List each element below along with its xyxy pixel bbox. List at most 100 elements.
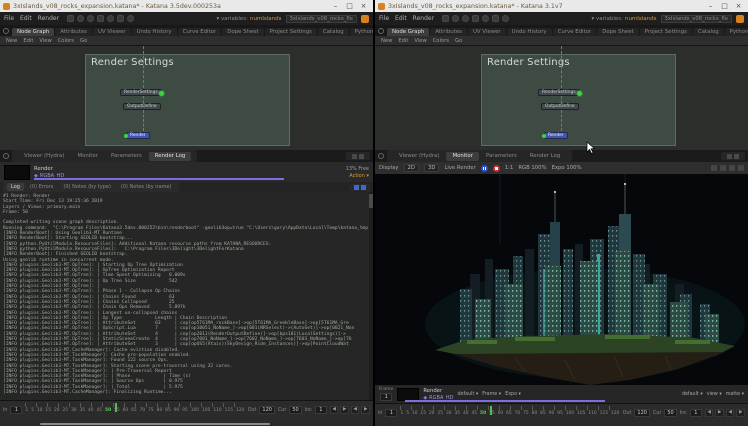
maximize-button[interactable]: □	[343, 1, 356, 12]
frame-ruler[interactable]: 1510152025303540455055606570758085909510…	[400, 406, 619, 420]
frame-tick-label[interactable]: 80	[157, 408, 163, 413]
title-bar[interactable]: 3xIslands_v08_rocks_expansion.katana* - …	[375, 0, 748, 12]
session-field[interactable]: 3xIslands_v08_rocks_fle	[661, 15, 732, 23]
nodegraph-menu-item[interactable]: View	[414, 38, 426, 44]
main-tab[interactable]: Dope Sheet	[222, 28, 264, 36]
frame-tick-label[interactable]: 55	[114, 408, 120, 413]
edit-flag-icon[interactable]	[542, 134, 546, 138]
in-field[interactable]: 1	[10, 406, 22, 414]
graph-state-variables[interactable]: ▾ variables: numIslands	[592, 16, 657, 22]
action-dropdown[interactable]: Action ▾	[349, 173, 369, 179]
transport-button[interactable]: ▶	[715, 409, 724, 417]
inc-field[interactable]: 1	[315, 406, 327, 414]
inc-field[interactable]: 1	[690, 409, 702, 417]
close-button[interactable]: ×	[357, 1, 370, 12]
out-field[interactable]: 120	[259, 406, 275, 414]
frame-tick-label[interactable]: 1	[25, 408, 28, 413]
frame-tick-label[interactable]: 100	[566, 411, 574, 416]
zoom-level[interactable]: 1:1	[505, 165, 514, 171]
minimize-button[interactable]: –	[704, 1, 717, 12]
session-field[interactable]: 3xIslands_v08_rocks_fle	[286, 15, 357, 23]
nodegraph-canvas[interactable]: Render Settings RenderSettings OutputDef…	[375, 45, 748, 150]
main-tab[interactable]: Python	[350, 28, 373, 36]
frame-tick-label[interactable]: 75	[523, 411, 529, 416]
exposure-dropdown[interactable]: Expo ▾	[505, 392, 521, 397]
panel-tab[interactable]: Viewer (Hydra)	[18, 152, 70, 161]
frame-tick-label[interactable]: 115	[225, 408, 233, 413]
pause-render-button[interactable]	[481, 165, 488, 172]
compare-icon[interactable]	[720, 165, 726, 171]
pane-gear-icon[interactable]	[378, 153, 384, 159]
variables-value[interactable]: numIslands	[625, 16, 657, 22]
node-rendersettings[interactable]: RenderSettings	[538, 89, 580, 96]
transport-button[interactable]: ◀	[726, 409, 735, 417]
view-flag-icon[interactable]	[577, 91, 582, 96]
frame-tick-label[interactable]: 85	[540, 411, 546, 416]
frame-tick-label[interactable]: 85	[165, 408, 171, 413]
frame-tick-label[interactable]: 50	[105, 408, 111, 413]
frame-tick-label[interactable]: 20	[429, 411, 435, 416]
frame-tick-label[interactable]: 1	[400, 411, 403, 416]
snapshot-icon[interactable]	[711, 165, 717, 171]
transport-button[interactable]: ▶	[340, 406, 349, 414]
main-tab[interactable]: Catalog	[693, 28, 724, 36]
cur-field[interactable]: 50	[289, 406, 301, 414]
variables-value[interactable]: numIslands	[250, 16, 282, 22]
frame-tick-label[interactable]: 40	[463, 411, 469, 416]
view-flag-icon[interactable]	[159, 91, 164, 96]
node-rendersettings[interactable]: RenderSettings	[120, 89, 162, 96]
main-tab[interactable]: Node Graph	[387, 28, 429, 36]
frame-tick-label[interactable]: 95	[557, 411, 563, 416]
maximize-button[interactable]: □	[718, 1, 731, 12]
frame-tick-label[interactable]: 30	[71, 408, 77, 413]
backdrop-node[interactable]: Render Settings	[481, 54, 676, 146]
frame-tick-label[interactable]: 10	[412, 411, 418, 416]
nodegraph-menu-item[interactable]: View	[39, 38, 51, 44]
frame-tick-label[interactable]: 60	[123, 408, 129, 413]
in-field[interactable]: 1	[385, 409, 397, 417]
transport-button[interactable]: ◀	[705, 409, 714, 417]
live-render-toggle[interactable]: Live Render	[444, 165, 475, 171]
main-tab[interactable]: Python	[725, 28, 748, 36]
back-icon[interactable]	[442, 15, 449, 22]
frame-tick-label[interactable]: 105	[577, 411, 585, 416]
nodegraph-menu-item[interactable]: Colors	[433, 38, 449, 44]
nodegraph-canvas[interactable]: Render Settings RenderSettings OutputDef…	[0, 45, 373, 150]
frame-tick-label[interactable]: 100	[191, 408, 199, 413]
main-tab[interactable]: Project Settings	[640, 28, 692, 36]
log-tab[interactable]: (0) Notes (by type)	[59, 183, 115, 191]
frame-tick-label[interactable]: 30	[446, 411, 452, 416]
pane-menu-icon[interactable]	[734, 154, 739, 159]
frame-tick-label[interactable]: 65	[131, 408, 137, 413]
edit-flag-icon[interactable]	[124, 134, 128, 138]
panel-tab[interactable]: Monitor	[71, 152, 104, 161]
log-tab[interactable]: Log	[7, 183, 24, 191]
frame-tick-label[interactable]: 35	[454, 411, 460, 416]
frame-tick-label[interactable]: 5	[406, 411, 409, 416]
frame-tick-label[interactable]: 60	[498, 411, 504, 416]
gear-icon[interactable]	[452, 15, 459, 22]
nodegraph-menu-item[interactable]: New	[381, 38, 392, 44]
nodegraph-menu-item[interactable]: Edit	[398, 38, 408, 44]
stop-render-button[interactable]	[493, 165, 500, 172]
frame-tick-label[interactable]: 120	[611, 411, 619, 416]
pane-menu-icon[interactable]	[359, 154, 364, 159]
frame-tick-label[interactable]: 120	[236, 408, 244, 413]
matte-dropdown[interactable]: matte ▾	[726, 392, 744, 397]
frame-dropdown[interactable]: Frame ▾	[482, 392, 501, 397]
render-catalog-entry[interactable]: Render ◆RGBA_HD 13% Free Action ▾	[0, 162, 373, 182]
back-icon[interactable]	[67, 15, 74, 22]
flag-icon[interactable]	[492, 15, 499, 22]
main-tab[interactable]: Dope Sheet	[597, 28, 639, 36]
frame-tick-label[interactable]: 55	[489, 411, 495, 416]
main-tab[interactable]: UV Viewer	[93, 28, 131, 36]
frame-tick-label[interactable]: 25	[437, 411, 443, 416]
title-bar[interactable]: 3xIslands_v08_rocks_expansion.katana* - …	[0, 0, 373, 12]
scroll-up-icon[interactable]	[354, 185, 359, 190]
frame-tick-label[interactable]: 110	[213, 408, 221, 413]
scroll-down-icon[interactable]	[361, 185, 366, 190]
panel-tab[interactable]: Render Log	[149, 152, 192, 161]
nodegraph-menu-item[interactable]: Colors	[58, 38, 74, 44]
main-tab[interactable]: Attributes	[55, 28, 92, 36]
frame-tick-label[interactable]: 15	[45, 408, 51, 413]
